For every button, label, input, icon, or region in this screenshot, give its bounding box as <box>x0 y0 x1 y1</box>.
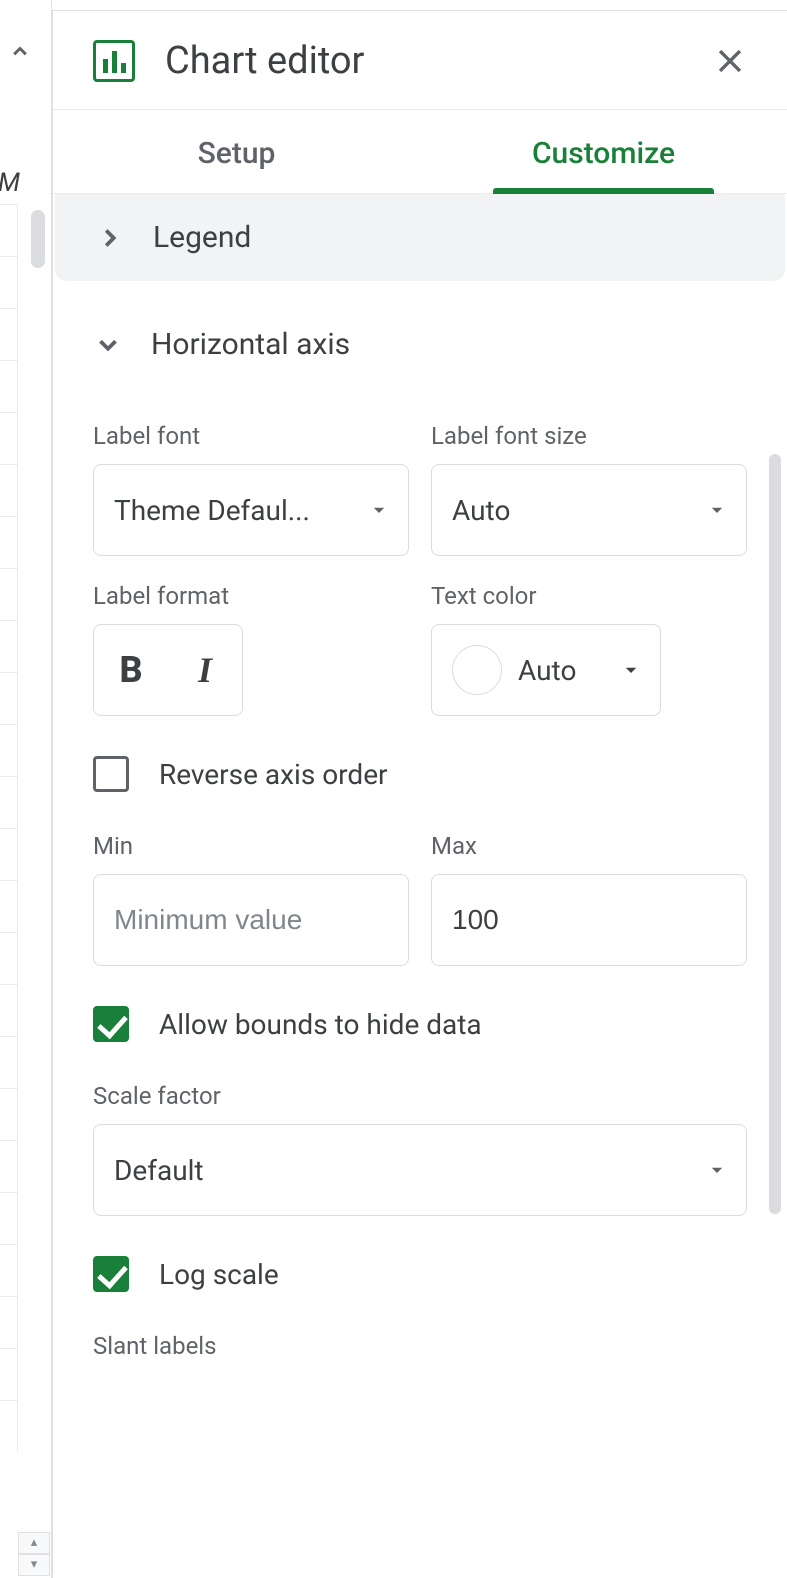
dropdown-arrow-icon <box>370 501 388 519</box>
tab-customize[interactable]: Customize <box>420 110 787 193</box>
tab-setup[interactable]: Setup <box>53 110 420 193</box>
max-input[interactable] <box>452 875 726 965</box>
dropdown-arrow-icon <box>622 661 640 679</box>
scale-factor-label: Scale factor <box>93 1082 747 1110</box>
chart-editor-icon <box>93 40 135 82</box>
allow-bounds-checkbox-row[interactable]: Allow bounds to hide data <box>93 1006 747 1042</box>
scale-factor-select[interactable]: Default <box>93 1124 747 1216</box>
label-font-size-label: Label font size <box>431 422 747 450</box>
scale-factor-value: Default <box>114 1154 700 1187</box>
customize-scroll-area: Legend Horizontal axis Label font Theme … <box>53 194 787 1578</box>
dropdown-arrow-icon <box>708 1161 726 1179</box>
label-font-size-value: Auto <box>452 494 700 527</box>
min-input-wrap <box>93 874 409 966</box>
reverse-axis-checkbox[interactable] <box>93 756 129 792</box>
spreadsheet-left-strip: M ▴ ▾ <box>0 0 52 1578</box>
text-color-label: Text color <box>431 582 747 610</box>
section-horizontal-axis-title: Horizontal axis <box>151 327 350 362</box>
column-letter: M <box>0 168 20 198</box>
section-horizontal-axis-header[interactable]: Horizontal axis <box>53 281 787 386</box>
min-label: Min <box>93 832 409 860</box>
section-horizontal-axis-body: Label font Theme Defaul... Label font si… <box>53 386 787 1390</box>
collapse-chevron-icon[interactable] <box>6 38 34 66</box>
text-color-select[interactable]: Auto <box>431 624 661 716</box>
sheet-scroll-buttons[interactable]: ▴ ▾ <box>18 1532 50 1576</box>
label-format-label: Label format <box>93 582 409 610</box>
row-grid-edge <box>0 204 18 1520</box>
sheet-scrollbar-thumb[interactable] <box>31 210 45 268</box>
panel-header: Chart editor <box>53 11 787 110</box>
label-font-select[interactable]: Theme Defaul... <box>93 464 409 556</box>
label-font-size-select[interactable]: Auto <box>431 464 747 556</box>
chevron-right-icon <box>95 223 125 253</box>
section-legend[interactable]: Legend <box>55 194 785 281</box>
color-swatch <box>452 645 502 695</box>
log-scale-checkbox[interactable] <box>93 1256 129 1292</box>
max-input-wrap <box>431 874 747 966</box>
allow-bounds-checkbox[interactable] <box>93 1006 129 1042</box>
min-input[interactable] <box>114 875 388 965</box>
reverse-axis-label: Reverse axis order <box>159 758 388 791</box>
dropdown-arrow-icon <box>708 501 726 519</box>
log-scale-label: Log scale <box>159 1258 279 1291</box>
scroll-up-icon[interactable]: ▴ <box>18 1532 50 1554</box>
reverse-axis-checkbox-row[interactable]: Reverse axis order <box>93 756 747 792</box>
section-legend-title: Legend <box>153 220 251 255</box>
max-label: Max <box>431 832 747 860</box>
panel-scrollbar-thumb[interactable] <box>769 454 781 1214</box>
scroll-down-icon[interactable]: ▾ <box>18 1554 50 1576</box>
log-scale-checkbox-row[interactable]: Log scale <box>93 1256 747 1292</box>
italic-button[interactable]: I <box>168 625 242 715</box>
bold-button[interactable]: B <box>94 625 168 715</box>
allow-bounds-label: Allow bounds to hide data <box>159 1008 482 1041</box>
panel-title: Chart editor <box>165 39 709 83</box>
label-font-label: Label font <box>93 422 409 450</box>
chart-editor-panel: Chart editor Setup Customize Legend Hori… <box>52 10 787 1578</box>
chevron-down-icon <box>93 330 123 360</box>
slant-labels-label: Slant labels <box>93 1332 747 1360</box>
close-button[interactable] <box>709 40 751 82</box>
editor-tabs: Setup Customize <box>53 110 787 194</box>
text-color-value: Auto <box>518 654 606 687</box>
label-format-group: B I <box>93 624 243 716</box>
close-icon <box>713 44 747 78</box>
label-font-value: Theme Defaul... <box>114 494 362 527</box>
